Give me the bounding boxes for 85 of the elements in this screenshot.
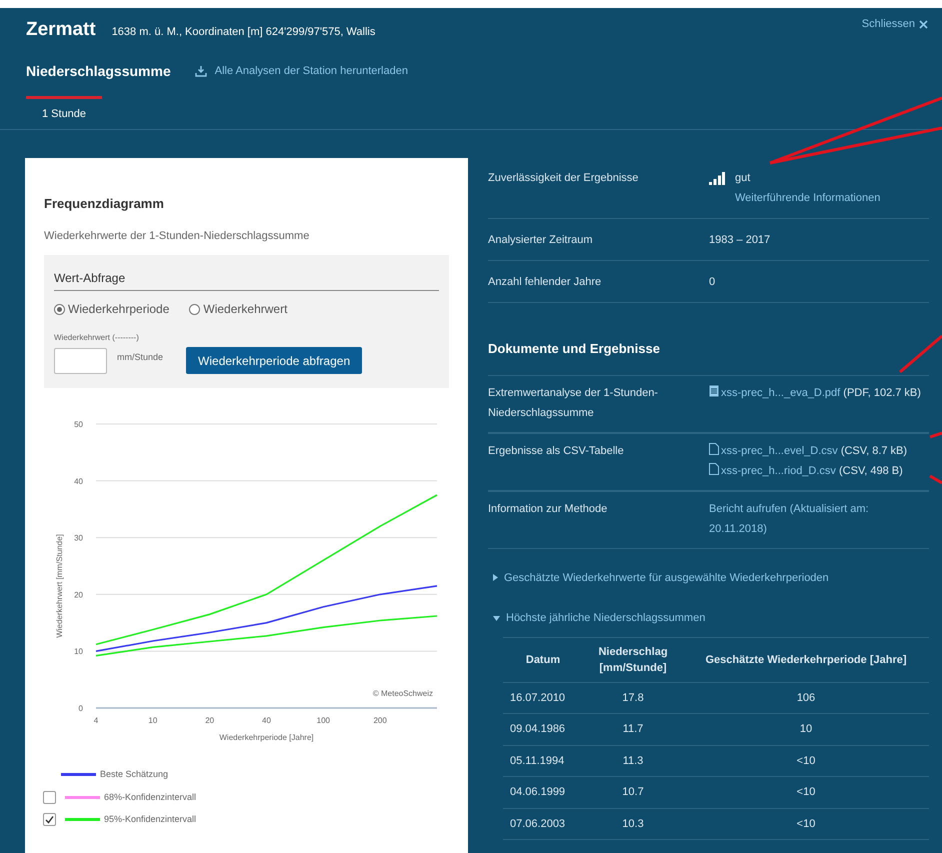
annotation-line	[899, 334, 942, 374]
x-axis-title: Wiederkehrperiode [Jahre]	[219, 733, 314, 742]
field-value: 1983 – 2017	[709, 234, 770, 246]
axis-tick-label: 0	[78, 704, 83, 713]
section-heading: Dokumente und Ergebnisse	[488, 340, 661, 358]
checkbox[interactable]	[43, 790, 56, 804]
file-size: (CSV, 498 B)	[839, 464, 903, 476]
expander-toggle[interactable]: Höchste jährliche Niederschlagssummen	[493, 610, 929, 626]
table-cell: 17.8	[583, 682, 683, 714]
field-label: Zuverlässigkeit der Ergebnisse	[488, 171, 640, 186]
field-label: Wiederkehrwert (--------)	[54, 332, 140, 344]
axis-tick-label: 4	[94, 716, 98, 725]
table-cell: <10	[683, 745, 929, 776]
station-details: 1638 m. ü. M., Koordinaten [m] 624'299/97'575, Wallis	[112, 25, 376, 40]
signal-bars-icon	[709, 172, 725, 184]
annotation-line	[930, 432, 942, 438]
field-label: Anzahl fehlender Jahre	[488, 275, 602, 290]
table-cell: 11.7	[583, 714, 683, 745]
table-cell: 07.06.2003	[503, 808, 583, 840]
download-link[interactable]: Alle Analysen der Station herunterladen	[194, 62, 408, 80]
table-cell: 05.11.1994	[503, 745, 583, 776]
axis-tick-label: 20	[74, 590, 83, 600]
caret-right-icon	[493, 574, 498, 582]
station-title: Zermatt	[26, 18, 96, 42]
axis-tick-label: 50	[74, 420, 83, 429]
close-link[interactable]: Schliessen	[862, 16, 928, 32]
legend-label: 68%-Konfidenzintervall	[104, 790, 196, 804]
table-cell: <10	[683, 776, 929, 808]
y-axis-title: Wiederkehrwert [mm/Stunde]	[55, 534, 64, 638]
axis-tick-label: 200	[373, 716, 387, 725]
radio-option[interactable]: Wiederkehrperiode	[54, 300, 170, 318]
table-cell: 10.7	[583, 776, 683, 808]
table-cell: 10.3	[583, 808, 683, 840]
axis-tick-label: 40	[74, 476, 83, 486]
field-label: Extremwertanalyse der 1-Stunden-Niederschlagssumme	[488, 386, 659, 420]
download-icon	[194, 65, 207, 77]
table-cell: 11.3	[583, 745, 683, 776]
file-link[interactable]: xss-prec_h...riod_D.csv	[709, 464, 836, 476]
file-size: (PDF, 102.7 kB)	[843, 386, 921, 398]
table-cell: 106	[683, 682, 929, 714]
legend-label: 95%-Konfidenzintervall	[104, 813, 196, 826]
table-cell: 04.06.1999	[503, 776, 583, 808]
axis-tick-label: 20	[205, 716, 214, 725]
field-label: Analysierter Zeitraum	[488, 233, 594, 248]
table-cell: 10	[683, 714, 929, 745]
axis-tick-label: 100	[316, 716, 330, 725]
annotation-line	[929, 474, 942, 484]
card-title: Frequenzdiagramm	[44, 195, 165, 213]
field-label: Ergebnisse als CSV-Tabelle	[488, 444, 625, 458]
close-icon	[919, 20, 928, 29]
field-label: Information zur Methode	[488, 502, 608, 516]
column-header: Geschätzte Wiederkehrperiode [Jahre]	[683, 637, 929, 682]
caret-down-icon	[493, 616, 500, 621]
file-icon	[709, 462, 719, 474]
unit-label: mm/Stunde	[117, 350, 164, 364]
table-cell: 09.04.1986	[503, 714, 583, 745]
table-cell: 16.07.2010	[503, 682, 583, 714]
axis-tick-label: 40	[262, 716, 271, 725]
legend-label: Beste Schätzung	[100, 768, 168, 781]
info-link[interactable]: Weiterführende Informationen	[709, 188, 929, 208]
section-title: Niederschlagssumme	[26, 62, 171, 81]
query-button[interactable]: Wiederkehrperiode abfragen	[186, 347, 362, 374]
axis-tick-label: 30	[74, 534, 83, 543]
file-icon	[709, 442, 719, 454]
radio-button[interactable]	[54, 304, 65, 314]
radio-option[interactable]: Wiederkehrwert	[189, 300, 288, 318]
expander-toggle[interactable]: Geschätzte Wiederkehrwerte für ausgewählte Wiederkehrperioden	[493, 570, 929, 586]
column-header: Niederschlag [mm/Stunde]	[583, 637, 683, 682]
file-link[interactable]: xss-prec_h...evel_D.csv	[709, 444, 838, 456]
file-link[interactable]: xss-prec_h..._eva_D.pdf	[709, 386, 840, 398]
card-subtitle: Wiederkehrwerte der 1-Stunden-Niederschlagssumme	[44, 228, 310, 244]
column-header: Datum	[503, 637, 583, 682]
input-field[interactable]	[54, 348, 107, 374]
checkbox[interactable]	[43, 813, 56, 826]
table-cell: <10	[683, 808, 929, 840]
report-link[interactable]: Bericht aufrufen (Aktualisiert am: 20.11.2018)	[709, 498, 929, 538]
axis-tick-label: 10	[148, 716, 158, 725]
radio-button[interactable]	[189, 304, 200, 314]
file-size: (CSV, 8.7 kB)	[840, 444, 908, 456]
panel-title: Wert-Abfrage	[54, 269, 439, 291]
axis-tick-label: 10	[74, 647, 83, 656]
rating-value: gut	[735, 171, 750, 186]
document-icon	[709, 384, 719, 396]
chart-credit: © MeteoSchweiz	[372, 689, 433, 698]
field-value: 0	[709, 276, 716, 288]
